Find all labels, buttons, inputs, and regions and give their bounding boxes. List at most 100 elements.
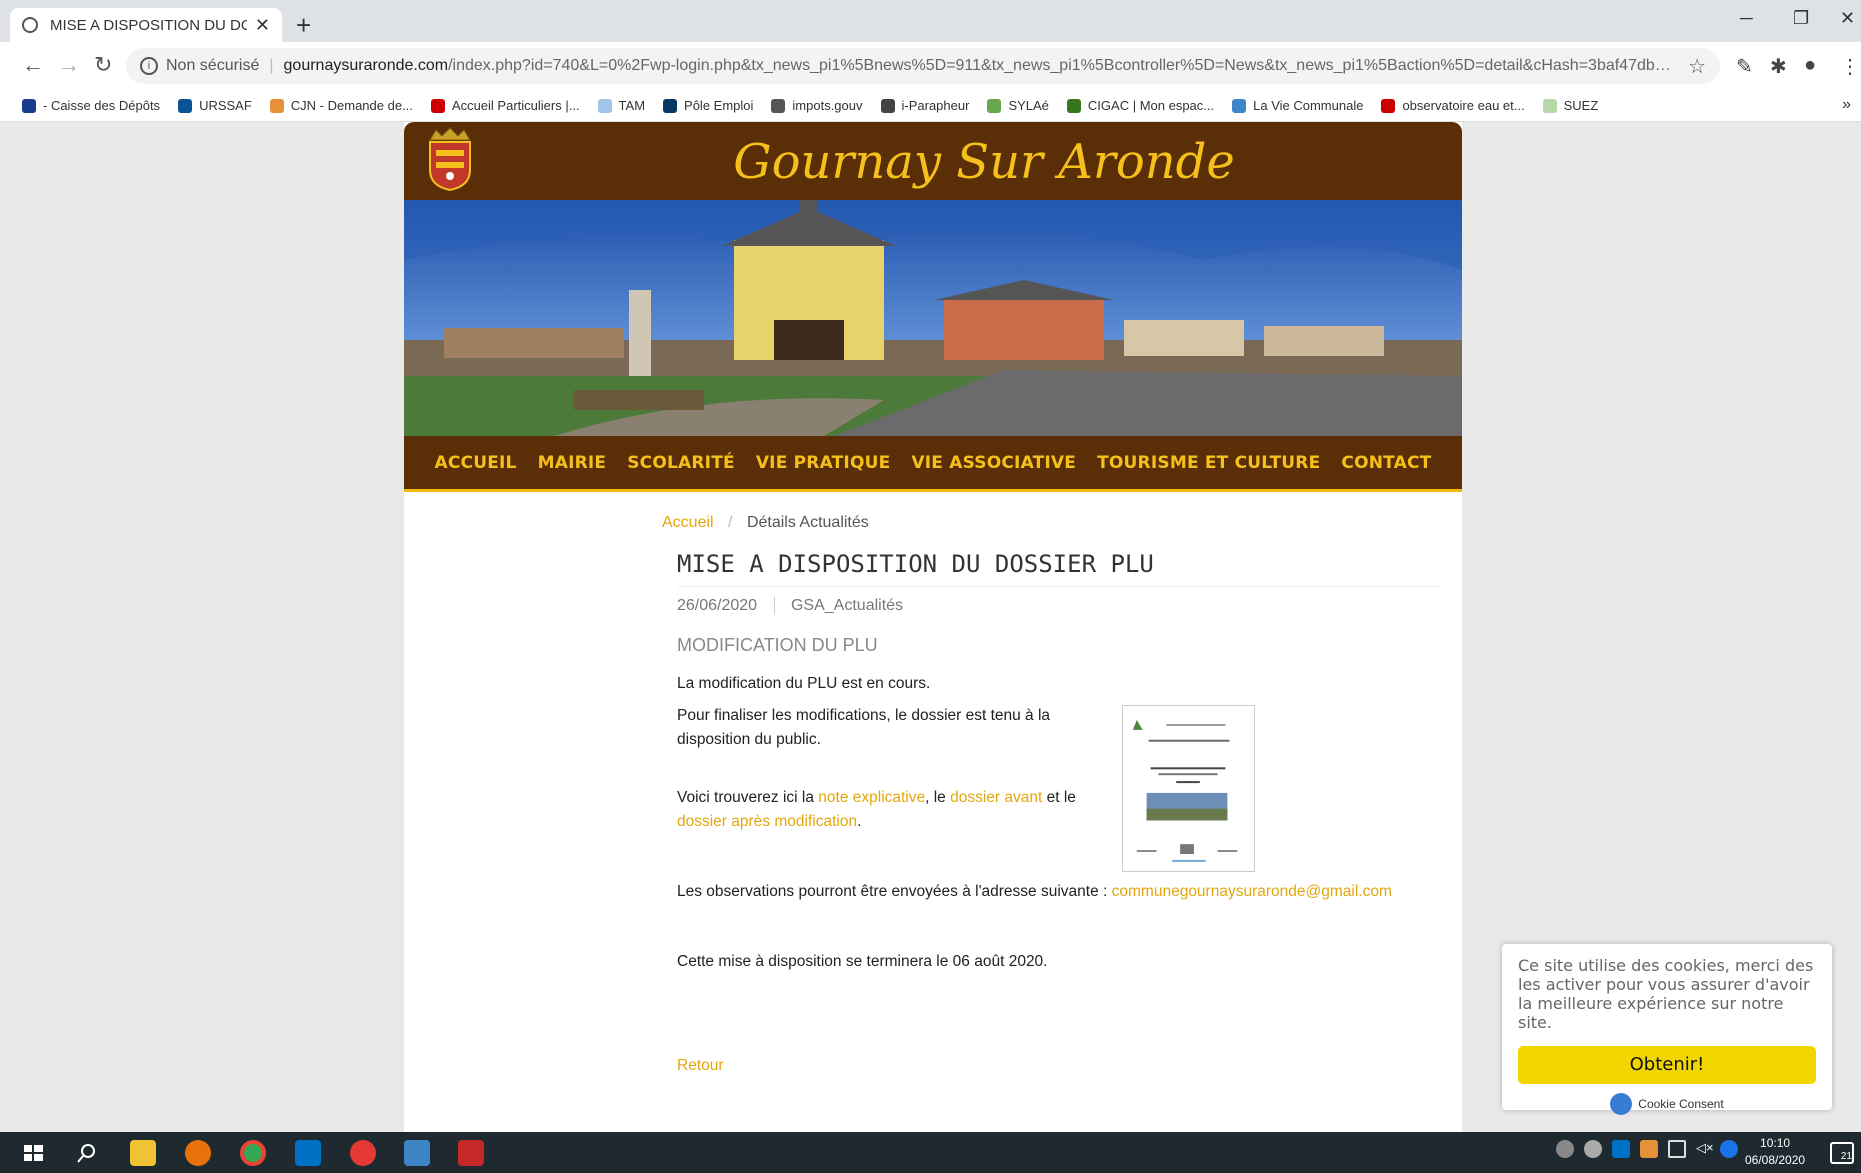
bookmark-item[interactable]: URSSAF — [178, 98, 252, 113]
bookmark-item[interactable]: impots.gouv — [771, 98, 863, 113]
paragraph-3-text-b: , le — [925, 789, 951, 807]
volume-muted-icon[interactable]: ◁× — [1696, 1140, 1714, 1158]
bookmark-item[interactable]: observatoire eau et... — [1381, 98, 1525, 113]
chrome-icon[interactable] — [240, 1140, 266, 1166]
firefox-icon[interactable] — [185, 1140, 211, 1166]
paragraph-3: Voici trouverez ici la note explicative,… — [677, 786, 1077, 834]
sync-tray-icon[interactable] — [1720, 1140, 1738, 1158]
new-tab-button[interactable]: + — [296, 10, 311, 41]
nav-item-mairie[interactable]: MAIRIE — [538, 453, 607, 473]
article-meta: 26/06/2020 GSA_Actualités — [677, 597, 1441, 615]
extensions-puzzle-icon[interactable]: ✱ — [1770, 54, 1787, 79]
not-secure-label: Non sécurisé — [166, 57, 260, 74]
notifications-icon[interactable]: 21 — [1830, 1142, 1854, 1164]
breadcrumb-home-link[interactable]: Accueil — [662, 514, 714, 531]
bookmark-label: impots.gouv — [792, 98, 863, 113]
paragraph-4: Les observations pourront être envoyées … — [677, 880, 1441, 904]
network-tray-icon[interactable] — [1668, 1140, 1686, 1158]
cookie-accept-button[interactable]: Obtenir! — [1518, 1046, 1816, 1084]
cookie-brand-label: Cookie Consent — [1638, 1097, 1724, 1111]
forward-arrow-icon[interactable]: → — [58, 52, 80, 78]
bookmark-item[interactable]: CJN - Demande de... — [269, 98, 413, 113]
bookmark-star-icon[interactable]: ☆ — [1678, 54, 1706, 79]
email-link[interactable]: communegournaysuraronde@gmail.com — [1112, 883, 1392, 900]
bookmark-label: CIGAC | Mon espac... — [1087, 98, 1215, 113]
bookmark-favicon-icon — [1232, 98, 1247, 113]
url-input[interactable]: i Non sécurisé | gournaysuraronde.com /i… — [126, 48, 1720, 84]
bookmark-label: i-Parapheur — [901, 98, 970, 113]
bookmark-item[interactable]: - Caisse des Dépôts — [22, 98, 160, 113]
paragraph-3-text-c: et le — [1042, 789, 1076, 807]
outlook-icon[interactable] — [295, 1140, 321, 1166]
clock-date: 06/08/2020 — [1745, 1153, 1806, 1167]
windows-start-icon[interactable] — [20, 1140, 46, 1166]
bookmark-item[interactable]: SUEZ — [1542, 98, 1599, 113]
paragraph-4-text: Les observations pourront être envoyées … — [677, 883, 1112, 901]
address-bar-row: ← → ↻ i Non sécurisé | gournaysuraronde.… — [0, 42, 1861, 90]
bookmark-label: Accueil Particuliers |... — [451, 98, 580, 113]
clock-time: 10:10 — [1760, 1136, 1791, 1150]
profile-avatar-icon[interactable]: ● — [1804, 54, 1816, 77]
dossier-apres-link[interactable]: dossier après modification — [677, 813, 857, 830]
window-close-icon[interactable]: ✕ — [1840, 8, 1855, 29]
dossier-avant-link[interactable]: dossier avant — [950, 789, 1042, 806]
bookmark-item[interactable]: La Vie Communale — [1232, 98, 1363, 113]
search-icon[interactable] — [74, 1140, 100, 1166]
bookmark-item[interactable]: TAM — [597, 98, 645, 113]
outlook-tray-icon[interactable] — [1612, 1140, 1630, 1158]
page-viewport: Gournay Sur Aronde ACCUEIL MAIRIE SCOLAR… — [8, 122, 1853, 1132]
bookmark-item[interactable]: i-Parapheur — [880, 98, 970, 113]
photos-icon[interactable] — [404, 1140, 430, 1166]
bookmark-favicon-icon — [663, 98, 678, 113]
back-link[interactable]: Retour — [677, 1054, 1441, 1078]
article-category: GSA_Actualités — [790, 597, 904, 615]
site-title[interactable]: Gournay Sur Aronde — [404, 134, 1564, 190]
minimize-icon[interactable]: ─ — [1740, 8, 1753, 29]
plu-document-thumbnail[interactable] — [1122, 705, 1255, 872]
bookmark-favicon-icon — [269, 98, 284, 113]
bookmark-favicon-icon — [597, 98, 612, 113]
note-explicative-link[interactable]: note explicative — [818, 789, 925, 806]
nav-item-tourisme-et-culture[interactable]: TOURISME ET CULTURE — [1097, 453, 1320, 473]
bookmark-label: La Vie Communale — [1253, 98, 1364, 113]
bookmark-item[interactable]: Accueil Particuliers |... — [430, 98, 580, 113]
bookmark-label: SUEZ — [1563, 98, 1599, 113]
restore-icon[interactable]: ❐ — [1793, 8, 1809, 29]
ccleaner-icon[interactable] — [350, 1140, 376, 1166]
bookmark-item[interactable]: Pôle Emploi — [663, 98, 753, 113]
browser-menu-icon[interactable]: ⋮ — [1840, 54, 1860, 79]
bookmarks-bar: - Caisse des Dépôts URSSAF CJN - Demande d… — [0, 90, 1861, 122]
url-host: gournaysuraronde.com — [283, 57, 449, 74]
nav-item-scolarit[interactable]: SCOLARITÉ — [627, 453, 735, 473]
nav-item-contact[interactable]: CONTACT — [1341, 453, 1431, 473]
cookie-consent-brand[interactable]: Cookie Consent — [1518, 1093, 1816, 1115]
paragraph-1: La modification du PLU est en cours. — [677, 675, 931, 693]
bookmark-item[interactable]: CIGAC | Mon espac... — [1066, 98, 1215, 113]
breadcrumb: Accueil / Détails Actualités — [662, 514, 869, 532]
extension-pen-icon[interactable]: ✎ — [1736, 54, 1753, 79]
cookie-message: Ce site utilise des cookies, merci des l… — [1518, 956, 1814, 1032]
close-tab-icon[interactable]: ✕ — [255, 15, 270, 36]
site-container: Gournay Sur Aronde ACCUEIL MAIRIE SCOLAR… — [404, 122, 1462, 1132]
browser-tab-active[interactable]: MISE A DISPOSITION DU DOSSIE ✕ — [10, 8, 282, 42]
skype-tray-icon[interactable] — [1556, 1140, 1574, 1158]
nav-item-vie-pratique[interactable]: VIE PRATIQUE — [756, 453, 891, 473]
info-icon[interactable]: i — [140, 57, 158, 75]
bookmark-favicon-icon — [178, 98, 193, 113]
file-explorer-icon[interactable] — [130, 1140, 156, 1166]
bookmarks-more-icon[interactable]: » — [1842, 96, 1851, 114]
reload-icon[interactable]: ↻ — [94, 52, 112, 78]
nav-item-vie-associative[interactable]: VIE ASSOCIATIVE — [911, 453, 1076, 473]
article-title: MISE A DISPOSITION DU DOSSIER PLU — [677, 550, 1441, 587]
acrobat-icon[interactable] — [458, 1140, 484, 1166]
app-tray-icon[interactable] — [1640, 1140, 1658, 1158]
article-subtitle: MODIFICATION DU PLU — [677, 635, 878, 656]
nav-item-accueil[interactable]: ACCUEIL — [435, 453, 517, 473]
bookmark-favicon-icon — [430, 98, 445, 113]
people-tray-icon[interactable] — [1584, 1140, 1602, 1158]
bookmark-item[interactable]: SYLAé — [987, 98, 1049, 113]
globe-icon — [22, 17, 38, 33]
system-clock[interactable]: 10:10 06/08/2020 — [1745, 1135, 1805, 1169]
site-header: Gournay Sur Aronde — [404, 122, 1462, 200]
back-arrow-icon[interactable]: ← — [22, 52, 44, 78]
